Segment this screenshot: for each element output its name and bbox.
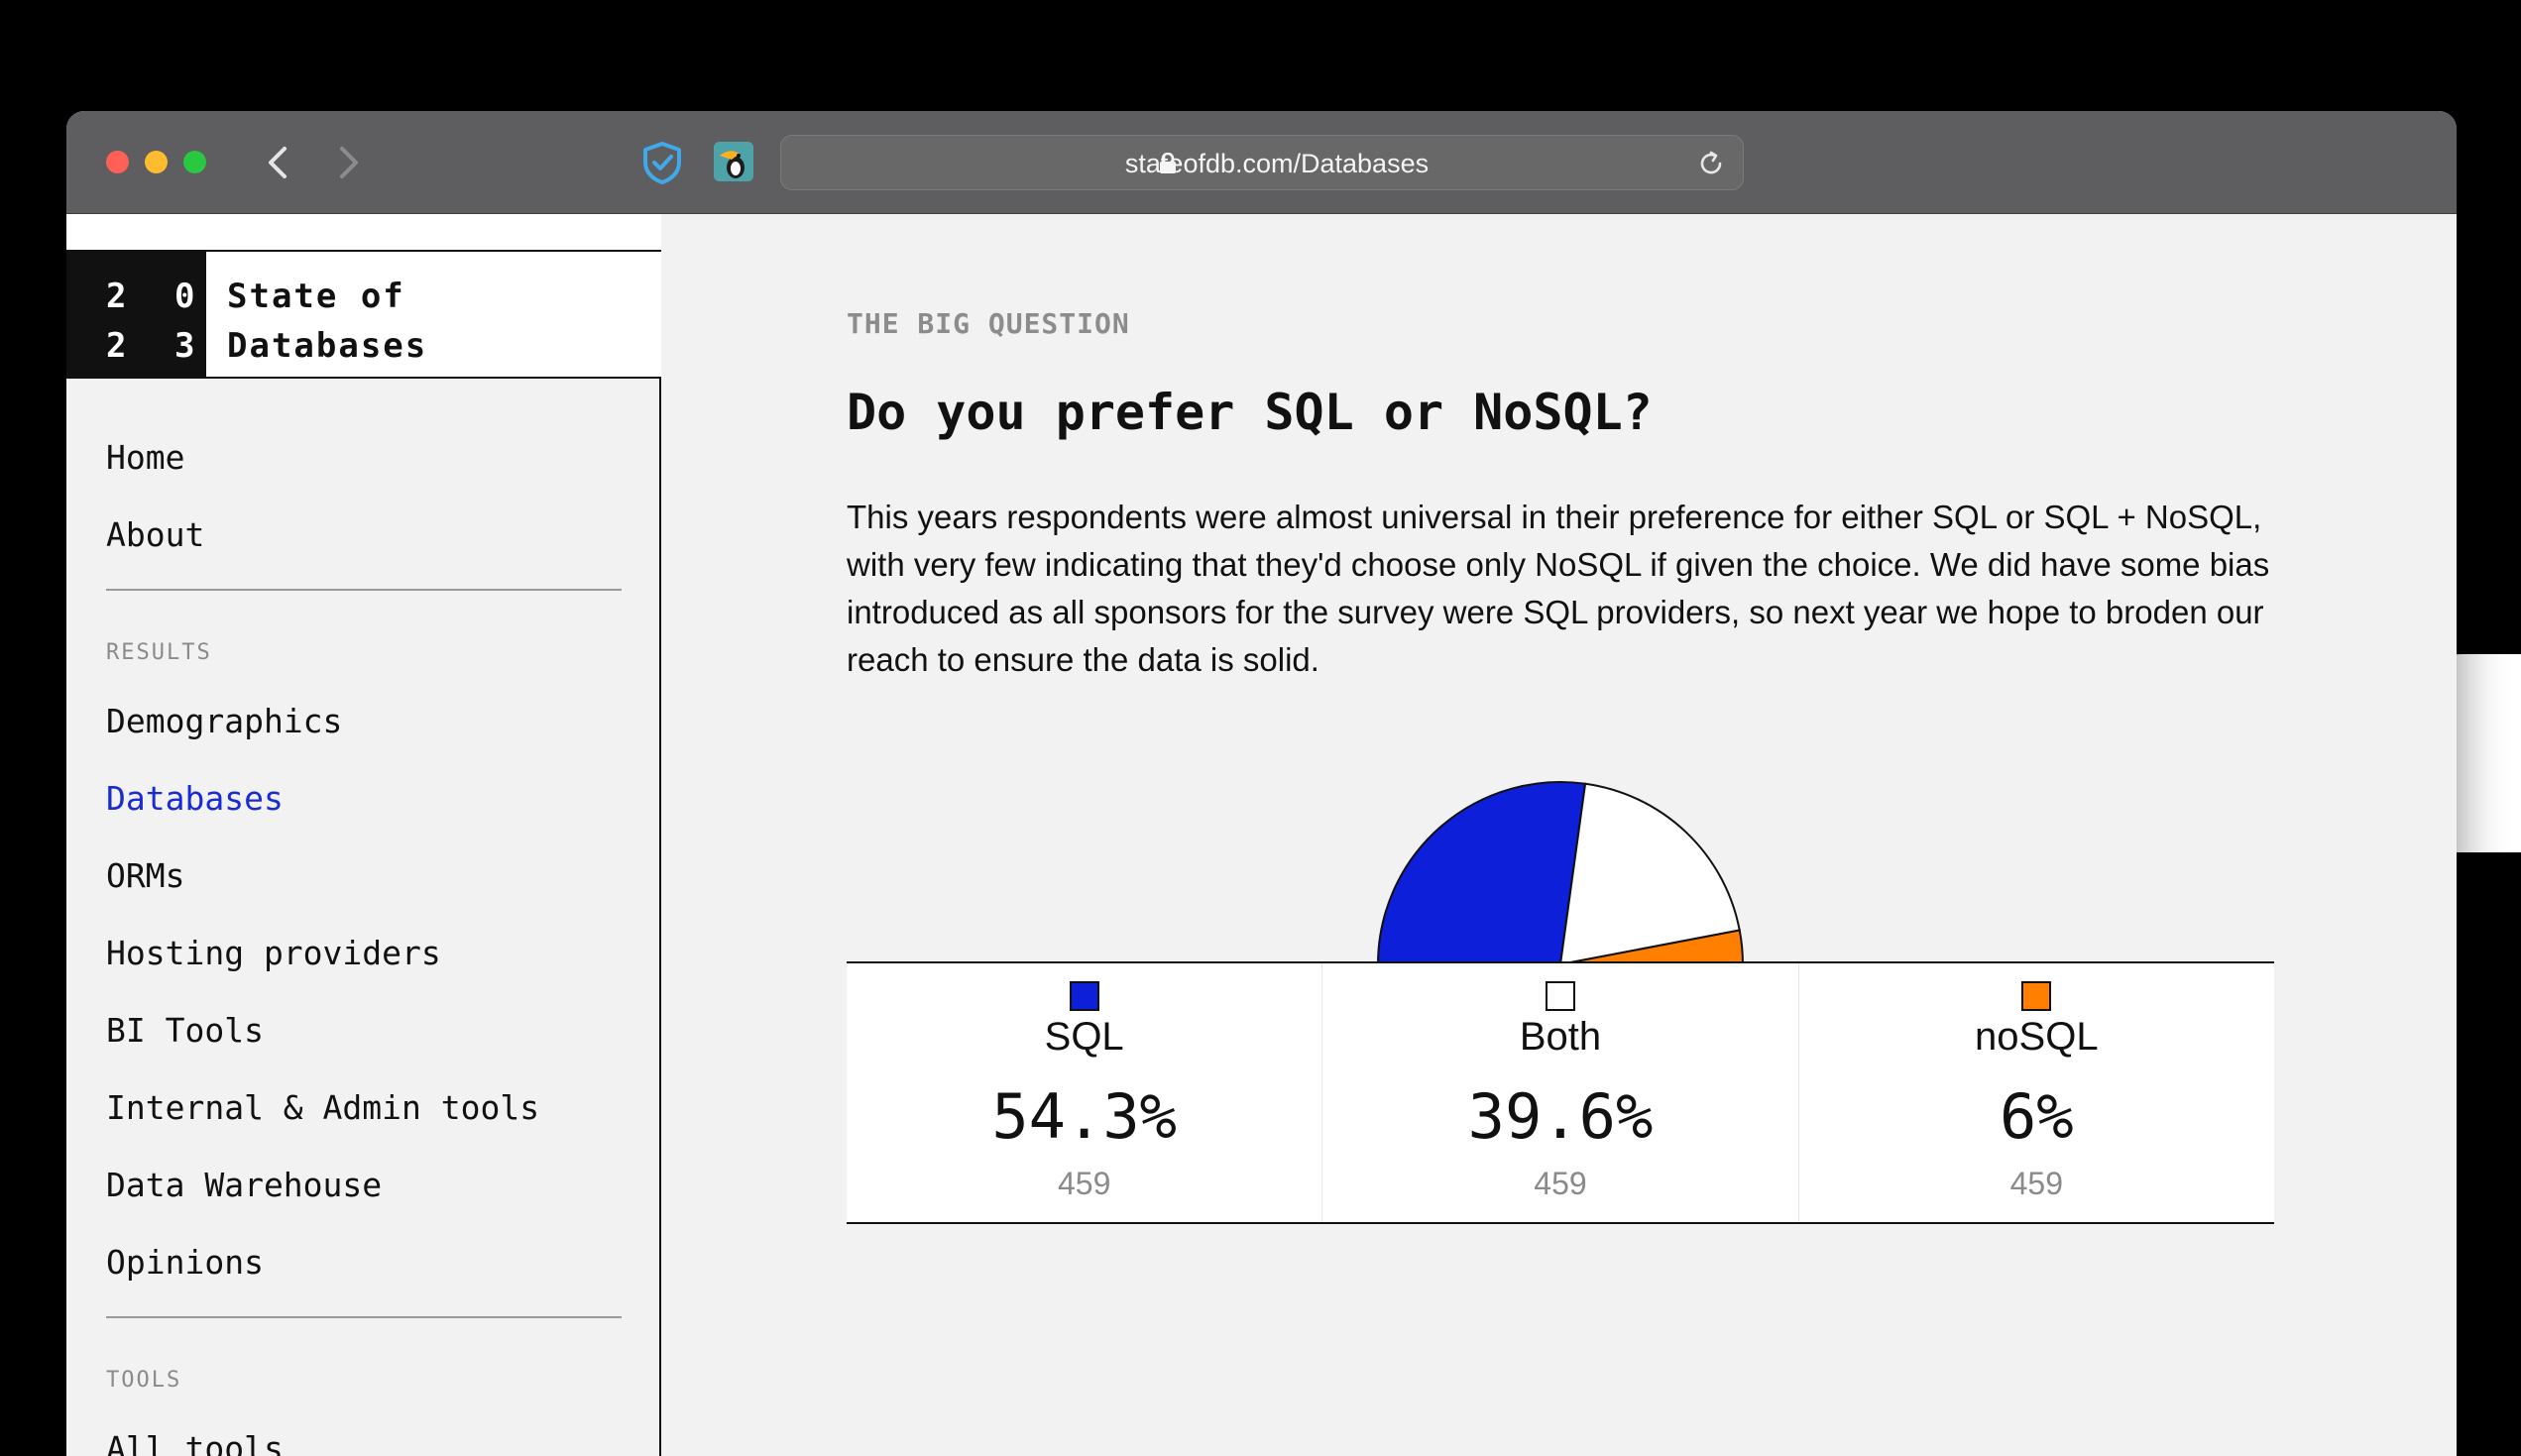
legend-label: Both: [1519, 1015, 1602, 1059]
sidebar: 2 0 2 3 State of Databases Home About RE…: [66, 214, 661, 1456]
brand-year-block: 2 0 2 3: [66, 252, 206, 377]
brand-title-line1: State of: [227, 277, 405, 316]
brand-year-line1: 2 0: [106, 277, 209, 316]
half-pie-chart: [1376, 781, 1745, 966]
sidebar-item-opinions[interactable]: Opinions: [106, 1243, 264, 1283]
browser-window: stateofdb.com/Databases 2 0 2 3 State of…: [66, 111, 2457, 1456]
stat-percentage: 39.6%: [1467, 1080, 1654, 1153]
close-window-button[interactable]: [106, 151, 129, 173]
pie-slice-sql: [1376, 781, 1587, 965]
chart-legend-table: SQL 54.3% 459 Both 39.6% 459 noSQL 6% 45…: [847, 961, 2274, 1224]
minimize-window-button[interactable]: [145, 151, 168, 173]
legend-label: SQL: [1044, 1015, 1124, 1059]
stat-percentage: 6%: [1999, 1080, 2074, 1153]
preference-chart: SQL 54.3% 459 Both 39.6% 459 noSQL 6% 45…: [847, 720, 2274, 1224]
sidebar-item-internal-admin-tools[interactable]: Internal & Admin tools: [106, 1088, 539, 1128]
section-eyebrow: THE BIG QUESTION: [847, 307, 1130, 340]
legend-swatch-both: [1545, 981, 1575, 1011]
sidebar-item-hosting-providers[interactable]: Hosting providers: [106, 934, 441, 973]
reload-icon[interactable]: [1697, 150, 1725, 177]
sidebar-top-strip: [66, 214, 661, 250]
shield-check-icon[interactable]: [641, 141, 683, 184]
brand-year-line2: 2 3: [106, 326, 209, 366]
page-title: Do you prefer SQL or NoSQL?: [847, 384, 1653, 441]
sidebar-divider: [106, 589, 622, 591]
stat-cell-both: Both 39.6% 459: [1322, 963, 1799, 1222]
sidebar-item-about[interactable]: About: [106, 515, 204, 555]
stat-count: 459: [1057, 1166, 1111, 1201]
sidebar-item-data-warehouse[interactable]: Data Warehouse: [106, 1166, 382, 1205]
legend-label: noSQL: [1975, 1015, 2099, 1059]
sidebar-item-orms[interactable]: ORMs: [106, 856, 184, 896]
brand-title-line2: Databases: [227, 326, 428, 366]
chevron-left-icon[interactable]: [259, 141, 298, 184]
stat-count: 459: [2009, 1166, 2064, 1201]
stat-cell-nosql: noSQL 6% 459: [1799, 963, 2274, 1222]
maximize-window-button[interactable]: [183, 151, 206, 173]
address-bar[interactable]: stateofdb.com/Databases: [780, 135, 1744, 190]
legend-swatch-sql: [1069, 981, 1099, 1011]
stat-cell-sql: SQL 54.3% 459: [847, 963, 1323, 1222]
brand-title: State of Databases: [227, 272, 427, 371]
stat-count: 459: [1534, 1166, 1587, 1201]
stat-percentage: 54.3%: [991, 1080, 1177, 1153]
sidebar-item-databases[interactable]: Databases: [106, 779, 284, 819]
sidebar-item-all-tools[interactable]: All tools: [106, 1429, 284, 1456]
sidebar-item-bi-tools[interactable]: BI Tools: [106, 1011, 264, 1051]
sidebar-divider: [106, 1316, 622, 1318]
sidebar-section-results: RESULTS: [106, 640, 212, 665]
intro-paragraph: This years respondents were almost unive…: [847, 499, 2270, 678]
browser-titlebar: stateofdb.com/Databases: [66, 111, 2457, 214]
sidebar-item-home[interactable]: Home: [106, 438, 184, 478]
site-logo[interactable]: 2 0 2 3 State of Databases: [66, 250, 661, 379]
toucan-extension-icon[interactable]: [714, 142, 753, 181]
sidebar-item-demographics[interactable]: Demographics: [106, 702, 342, 741]
url-text: stateofdb.com/Databases: [1124, 149, 1430, 178]
main-content: THE BIG QUESTION Do you prefer SQL or No…: [663, 214, 2457, 1456]
chevron-right-icon[interactable]: [328, 141, 368, 184]
legend-swatch-nosql: [2021, 981, 2052, 1011]
sidebar-section-tools: TOOLS: [106, 1368, 182, 1393]
